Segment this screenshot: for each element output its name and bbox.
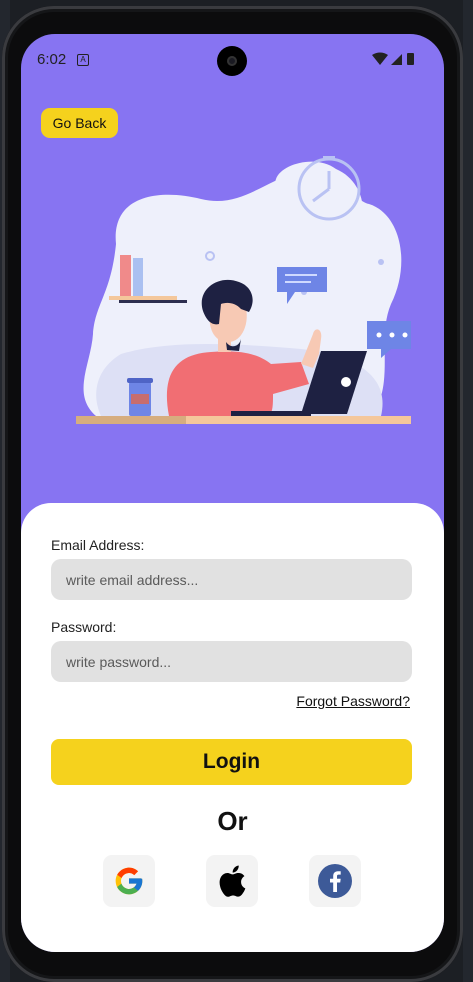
phone-frame: 6:02 A Go Back Email Address: write emai… [2,6,463,982]
background-window-edge-right [463,0,473,982]
facebook-icon [318,864,352,898]
facebook-login-button[interactable] [309,855,361,907]
email-label: Email Address: [51,537,145,553]
or-divider-label: Or [217,806,248,836]
status-time: 6:02 [37,51,67,68]
battery-icon [407,53,414,65]
login-card: Email Address: Password: Forgot Password… [21,503,444,952]
hero-illustration [76,156,411,424]
forgot-password-link[interactable]: Forgot Password? [296,693,410,709]
apple-login-button[interactable] [206,855,258,907]
wifi-icon [372,52,388,65]
status-bar: 6:02 A [21,34,444,86]
password-label: Password: [51,619,117,635]
app-screen: 6:02 A Go Back Email Address: write emai… [21,34,444,952]
google-icon [115,867,143,895]
front-camera [217,46,247,76]
email-input[interactable] [51,559,412,600]
signal-icon [391,54,402,65]
notification-icon: A [77,54,89,66]
google-login-button[interactable] [103,855,155,907]
go-back-button[interactable]: Go Back [41,108,118,138]
system-status-icons [372,52,414,65]
apple-icon [219,865,246,897]
login-button[interactable]: Login [51,739,412,785]
password-input[interactable] [51,641,412,682]
